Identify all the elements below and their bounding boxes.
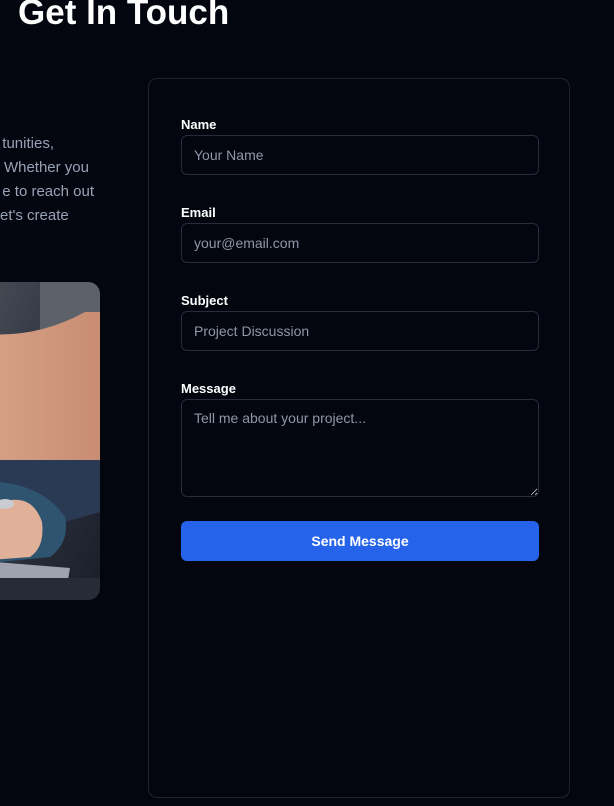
subject-label: Subject bbox=[181, 293, 228, 308]
intro-line: Whether you bbox=[3, 159, 89, 176]
intro-text: tunities, Whether you e to reach out et'… bbox=[0, 132, 100, 228]
send-message-button[interactable]: Send Message bbox=[181, 521, 539, 561]
name-label: Name bbox=[181, 117, 217, 132]
contact-page: Get In Touch tunities, Whether you e to … bbox=[0, 0, 614, 806]
contact-photo bbox=[0, 282, 100, 600]
page-title: Get In Touch bbox=[18, 0, 230, 32]
email-label: Email bbox=[181, 205, 216, 220]
intro-line: tunities, bbox=[2, 135, 54, 152]
email-input[interactable] bbox=[181, 223, 539, 263]
message-label: Message bbox=[181, 381, 236, 396]
intro-line: et's create bbox=[0, 207, 69, 224]
contact-form: Name Email Subject Message Send Message bbox=[148, 78, 570, 798]
intro-line: e to reach out bbox=[2, 183, 94, 200]
subject-input[interactable] bbox=[181, 311, 539, 351]
message-textarea[interactable] bbox=[181, 399, 539, 497]
name-input[interactable] bbox=[181, 135, 539, 175]
